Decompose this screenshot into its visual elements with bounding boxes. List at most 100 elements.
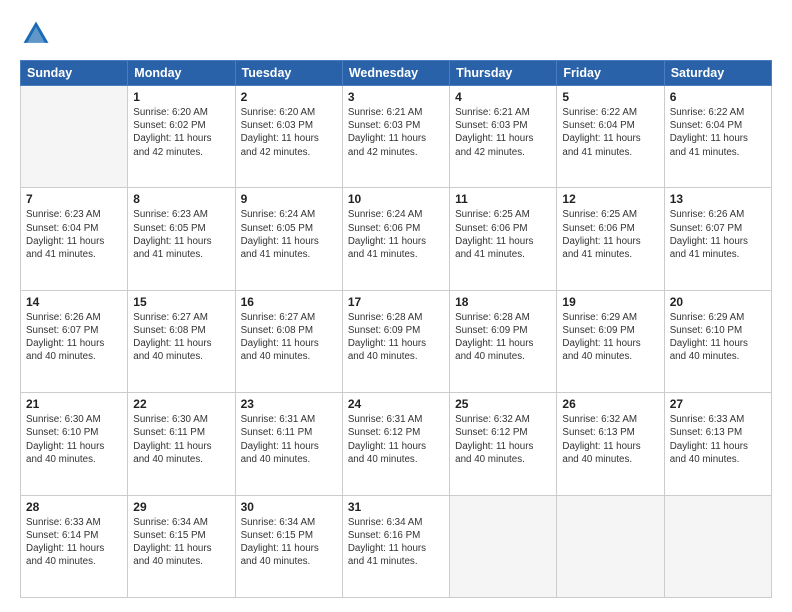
day-number: 31 [348,500,444,514]
weekday-header-sunday: Sunday [21,61,128,86]
day-cell [557,495,664,597]
day-number: 24 [348,397,444,411]
day-cell: 30 Sunrise: 6:34 AM Sunset: 6:15 PM Dayli… [235,495,342,597]
calendar-table: SundayMondayTuesdayWednesdayThursdayFrid… [20,60,772,598]
day-info: Sunrise: 6:23 AM Sunset: 6:04 PM Dayligh… [26,208,122,261]
day-number: 4 [455,90,551,104]
day-number: 12 [562,192,658,206]
day-info: Sunrise: 6:34 AM Sunset: 6:15 PM Dayligh… [133,516,229,569]
weekday-header-friday: Friday [557,61,664,86]
day-info: Sunrise: 6:26 AM Sunset: 6:07 PM Dayligh… [670,208,766,261]
day-number: 17 [348,295,444,309]
weekday-header-wednesday: Wednesday [342,61,449,86]
day-cell: 2Sunrise: 6:20 AM Sunset: 6:03 PM Daylig… [235,86,342,188]
day-number: 27 [670,397,766,411]
day-number: 6 [670,90,766,104]
day-number: 30 [241,500,337,514]
logo [20,18,56,50]
week-row-2: 7 Sunrise: 6:23 AM Sunset: 6:04 PM Daylig… [21,188,772,290]
day-cell: 3 Sunrise: 6:21 AM Sunset: 6:03 PM Daylig… [342,86,449,188]
day-info: Sunrise: 6:24 AM Sunset: 6:05 PM Dayligh… [241,208,337,261]
day-info: Sunrise: 6:31 AM Sunset: 6:12 PM Dayligh… [348,413,444,466]
day-info: Sunrise: 6:34 AM Sunset: 6:16 PM Dayligh… [348,516,444,569]
day-number: 9 [241,192,337,206]
day-number: 29 [133,500,229,514]
day-info: Sunrise: 6:31 AM Sunset: 6:11 PM Dayligh… [241,413,337,466]
day-number: 8 [133,192,229,206]
day-cell: 13 Sunrise: 6:26 AM Sunset: 6:07 PM Dayli… [664,188,771,290]
day-info: Sunrise: 6:22 AM Sunset: 6:04 PM Dayligh… [670,106,766,159]
day-info: Sunrise: 6:29 AM Sunset: 6:10 PM Dayligh… [670,311,766,364]
day-info: Sunrise: 6:20 AM Sunset: 6:02 PM Dayligh… [133,106,229,159]
day-info: Sunrise: 6:29 AM Sunset: 6:09 PM Dayligh… [562,311,658,364]
day-info: Sunrise: 6:27 AM Sunset: 6:08 PM Dayligh… [133,311,229,364]
day-cell: 5 Sunrise: 6:22 AM Sunset: 6:04 PM Daylig… [557,86,664,188]
day-cell: 26 Sunrise: 6:32 AM Sunset: 6:13 PM Dayli… [557,393,664,495]
day-cell: 18Sunrise: 6:28 AM Sunset: 6:09 PM Dayli… [450,290,557,392]
day-info: Sunrise: 6:34 AM Sunset: 6:15 PM Dayligh… [241,516,337,569]
day-cell: 15 Sunrise: 6:27 AM Sunset: 6:08 PM Dayli… [128,290,235,392]
day-number: 26 [562,397,658,411]
day-number: 22 [133,397,229,411]
day-cell [450,495,557,597]
day-cell: 1 Sunrise: 6:20 AM Sunset: 6:02 PM Daylig… [128,86,235,188]
day-number: 5 [562,90,658,104]
day-cell: 16 Sunrise: 6:27 AM Sunset: 6:08 PM Dayli… [235,290,342,392]
day-number: 7 [26,192,122,206]
day-info: Sunrise: 6:32 AM Sunset: 6:12 PM Dayligh… [455,413,551,466]
day-info: Sunrise: 6:21 AM Sunset: 6:03 PM Dayligh… [348,106,444,159]
day-info: Sunrise: 6:32 AM Sunset: 6:13 PM Dayligh… [562,413,658,466]
day-cell: 22Sunrise: 6:30 AM Sunset: 6:11 PM Dayli… [128,393,235,495]
day-number: 10 [348,192,444,206]
day-cell: 7 Sunrise: 6:23 AM Sunset: 6:04 PM Daylig… [21,188,128,290]
day-cell: 21 Sunrise: 6:30 AM Sunset: 6:10 PM Dayli… [21,393,128,495]
day-info: Sunrise: 6:28 AM Sunset: 6:09 PM Dayligh… [455,311,551,364]
day-info: Sunrise: 6:27 AM Sunset: 6:08 PM Dayligh… [241,311,337,364]
day-cell: 25 Sunrise: 6:32 AM Sunset: 6:12 PM Dayli… [450,393,557,495]
day-info: Sunrise: 6:33 AM Sunset: 6:14 PM Dayligh… [26,516,122,569]
day-number: 1 [133,90,229,104]
day-cell: 8 Sunrise: 6:23 AM Sunset: 6:05 PM Daylig… [128,188,235,290]
day-cell: 19 Sunrise: 6:29 AM Sunset: 6:09 PM Dayli… [557,290,664,392]
day-cell: 28 Sunrise: 6:33 AM Sunset: 6:14 PM Dayli… [21,495,128,597]
day-number: 13 [670,192,766,206]
weekday-header-monday: Monday [128,61,235,86]
day-cell: 14Sunrise: 6:26 AM Sunset: 6:07 PM Dayli… [21,290,128,392]
weekday-header-saturday: Saturday [664,61,771,86]
week-row-1: 1 Sunrise: 6:20 AM Sunset: 6:02 PM Daylig… [21,86,772,188]
day-cell: 23 Sunrise: 6:31 AM Sunset: 6:11 PM Dayli… [235,393,342,495]
day-number: 11 [455,192,551,206]
day-cell [664,495,771,597]
day-info: Sunrise: 6:20 AM Sunset: 6:03 PM Dayligh… [241,106,337,159]
page: SundayMondayTuesdayWednesdayThursdayFrid… [0,0,792,612]
day-number: 21 [26,397,122,411]
day-number: 14 [26,295,122,309]
weekday-header-tuesday: Tuesday [235,61,342,86]
day-cell: 10Sunrise: 6:24 AM Sunset: 6:06 PM Dayli… [342,188,449,290]
day-cell [21,86,128,188]
day-info: Sunrise: 6:22 AM Sunset: 6:04 PM Dayligh… [562,106,658,159]
day-cell: 9 Sunrise: 6:24 AM Sunset: 6:05 PM Daylig… [235,188,342,290]
day-info: Sunrise: 6:23 AM Sunset: 6:05 PM Dayligh… [133,208,229,261]
day-info: Sunrise: 6:28 AM Sunset: 6:09 PM Dayligh… [348,311,444,364]
day-number: 19 [562,295,658,309]
day-number: 23 [241,397,337,411]
day-cell: 31 Sunrise: 6:34 AM Sunset: 6:16 PM Dayli… [342,495,449,597]
day-cell: 17 Sunrise: 6:28 AM Sunset: 6:09 PM Dayli… [342,290,449,392]
logo-icon [20,18,52,50]
day-number: 16 [241,295,337,309]
day-cell: 12Sunrise: 6:25 AM Sunset: 6:06 PM Dayli… [557,188,664,290]
day-cell: 11Sunrise: 6:25 AM Sunset: 6:06 PM Dayli… [450,188,557,290]
day-number: 15 [133,295,229,309]
day-info: Sunrise: 6:21 AM Sunset: 6:03 PM Dayligh… [455,106,551,159]
weekday-header-thursday: Thursday [450,61,557,86]
day-number: 28 [26,500,122,514]
week-row-5: 28 Sunrise: 6:33 AM Sunset: 6:14 PM Dayli… [21,495,772,597]
day-cell: 4 Sunrise: 6:21 AM Sunset: 6:03 PM Daylig… [450,86,557,188]
day-info: Sunrise: 6:30 AM Sunset: 6:10 PM Dayligh… [26,413,122,466]
day-number: 25 [455,397,551,411]
weekday-header-row: SundayMondayTuesdayWednesdayThursdayFrid… [21,61,772,86]
day-number: 20 [670,295,766,309]
day-number: 3 [348,90,444,104]
header [20,18,772,50]
